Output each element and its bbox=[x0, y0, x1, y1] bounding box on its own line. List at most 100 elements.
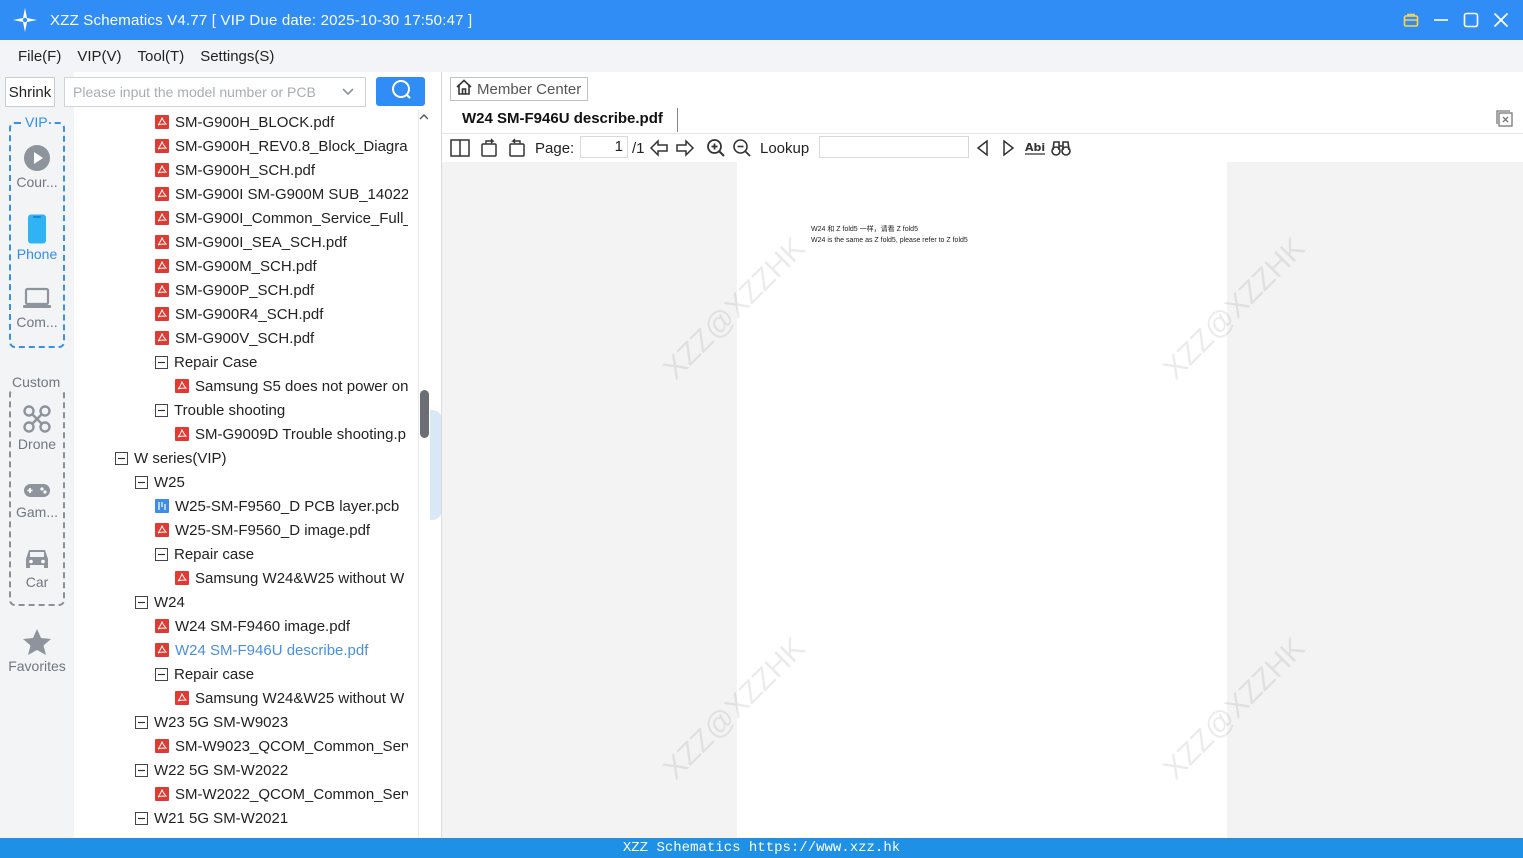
tree-item-label: W21 5G SM-W2021 bbox=[154, 809, 289, 827]
tree-file[interactable]: SM-G900M_SCH.pdf bbox=[155, 254, 408, 278]
tree-folder[interactable]: W24 bbox=[135, 590, 408, 614]
rail-item-car[interactable]: Car bbox=[0, 546, 74, 590]
pcb-file-icon bbox=[155, 499, 169, 513]
tree-folder[interactable]: W23 5G SM-W9023 bbox=[135, 710, 408, 734]
tree-folder[interactable]: Repair case bbox=[155, 542, 408, 566]
tree-file[interactable]: SM-G900I_Common_Service_Full_S bbox=[155, 206, 408, 230]
collapse-icon[interactable] bbox=[115, 451, 128, 465]
rail-item-courses[interactable]: Cour... bbox=[0, 144, 74, 190]
tree-item-label: W25-SM-F9560_D image.pdf bbox=[175, 521, 371, 539]
collapse-icon[interactable] bbox=[135, 595, 148, 609]
find-next-icon[interactable] bbox=[1000, 138, 1016, 158]
pdf-viewer-area[interactable]: W24 和 Z fold5 一样，请看 Z fold5 W24 is the s… bbox=[442, 162, 1523, 838]
tree-file[interactable]: SM-G900I SM-G900M SUB_140224 bbox=[155, 182, 408, 206]
gamepad-icon bbox=[0, 478, 74, 502]
rail-item-phone[interactable]: Phone bbox=[0, 214, 74, 262]
tree-folder[interactable]: Repair Case bbox=[155, 350, 408, 374]
tree-file[interactable]: SM-G900P_SCH.pdf bbox=[155, 278, 408, 302]
menu-file[interactable]: File(F) bbox=[18, 48, 61, 65]
tree-folder[interactable]: Trouble shooting bbox=[155, 398, 408, 422]
tree-item-label: SM-G900R4_SCH.pdf bbox=[175, 305, 324, 323]
tree-item-label: SM-G900M_SCH.pdf bbox=[175, 257, 317, 275]
vip-bag-icon[interactable] bbox=[1403, 12, 1419, 28]
rotate-right-icon[interactable] bbox=[506, 138, 526, 158]
rail-item-drone[interactable]: Drone bbox=[0, 404, 74, 452]
tree-file[interactable]: Samsung S5 does not power on bbox=[175, 374, 408, 398]
collapse-icon[interactable] bbox=[135, 715, 148, 729]
tree-item-label: W24 bbox=[154, 593, 185, 611]
menu-vip[interactable]: VIP(V) bbox=[77, 48, 121, 65]
member-center-button[interactable]: Member Center bbox=[450, 77, 589, 101]
collapse-icon[interactable] bbox=[135, 811, 148, 825]
tree-file[interactable]: SM-G900H_BLOCK.pdf bbox=[155, 110, 408, 134]
tree-folder[interactable]: Repair case bbox=[155, 662, 408, 686]
shrink-button[interactable]: Shrink bbox=[5, 77, 55, 107]
rotate-left-icon[interactable] bbox=[480, 138, 500, 158]
tree-folder[interactable]: W22 5G SM-W2022 bbox=[135, 758, 408, 782]
tree-file[interactable]: SM-G900H_SCH.pdf bbox=[155, 158, 408, 182]
collapse-icon[interactable] bbox=[155, 355, 168, 369]
tree-file[interactable]: SM-G900H_REV0.8_Block_Diagram bbox=[155, 134, 408, 158]
pdf-file-icon bbox=[155, 163, 169, 177]
tree-file[interactable]: SM-G900R4_SCH.pdf bbox=[155, 302, 408, 326]
binoculars-icon[interactable] bbox=[1051, 138, 1071, 158]
tree-scrollbar-thumb[interactable] bbox=[420, 390, 429, 438]
collapse-icon[interactable] bbox=[135, 763, 148, 777]
close-tabs-icon[interactable] bbox=[1496, 110, 1514, 128]
two-page-view-icon[interactable] bbox=[450, 138, 470, 158]
rail-item-game[interactable]: Gam... bbox=[0, 478, 74, 520]
pdf-file-icon bbox=[155, 259, 169, 273]
tree-item-label: SM-W2022_QCOM_Common_Servi bbox=[175, 785, 408, 803]
tree-folder[interactable]: W series(VIP) bbox=[115, 446, 408, 470]
tree-item-label: Repair case bbox=[174, 545, 255, 563]
play-icon bbox=[0, 144, 74, 172]
next-page-icon[interactable] bbox=[675, 138, 695, 158]
tree-item-label: W23 5G SM-W9023 bbox=[154, 713, 289, 731]
page-number-input[interactable]: 1 bbox=[580, 136, 628, 158]
find-prev-icon[interactable] bbox=[975, 138, 991, 158]
prev-page-icon[interactable] bbox=[649, 138, 669, 158]
lookup-input[interactable] bbox=[819, 136, 969, 158]
menu-settings[interactable]: Settings(S) bbox=[200, 48, 274, 65]
collapse-icon[interactable] bbox=[155, 403, 168, 417]
tree-file[interactable]: Samsung W24&W25 without W bbox=[175, 566, 408, 590]
close-button[interactable] bbox=[1493, 12, 1509, 28]
tree-file[interactable]: SM-G900I_SEA_SCH.pdf bbox=[155, 230, 408, 254]
tree-file[interactable]: SM-G900V_SCH.pdf bbox=[155, 326, 408, 350]
tab-active-document[interactable]: W24 SM-F946U describe.pdf bbox=[462, 110, 663, 127]
search-input[interactable]: Please input the model number or PCB bbox=[64, 77, 366, 107]
minimize-button[interactable] bbox=[1433, 12, 1449, 28]
scroll-up-icon[interactable] bbox=[408, 108, 429, 129]
rail-item-computer[interactable]: Com... bbox=[0, 286, 74, 330]
rail-item-label: Gam... bbox=[15, 504, 58, 520]
tree-file[interactable]: SM-G9009D Trouble shooting.p bbox=[175, 422, 408, 446]
tab-divider bbox=[677, 108, 678, 132]
zoom-out-icon[interactable] bbox=[732, 138, 752, 158]
tree-file[interactable]: SM-W2022_QCOM_Common_Servi bbox=[155, 782, 408, 806]
tree-file[interactable]: W25-SM-F9560_D PCB layer.pcb bbox=[155, 494, 408, 518]
match-case-icon[interactable]: Abi bbox=[1025, 138, 1045, 158]
tree-file[interactable]: W24 SM-F946U describe.pdf bbox=[155, 638, 408, 662]
collapse-icon[interactable] bbox=[155, 547, 168, 561]
tree-item-label: Repair case bbox=[174, 665, 255, 683]
tree-folder[interactable]: W25 bbox=[135, 470, 408, 494]
pdf-file-icon bbox=[155, 307, 169, 321]
pdf-file-icon bbox=[155, 787, 169, 801]
tree-folder[interactable]: W21 5G SM-W2021 bbox=[135, 806, 408, 830]
collapse-icon[interactable] bbox=[155, 667, 168, 681]
tree-file[interactable]: Samsung W24&W25 without W bbox=[175, 686, 408, 710]
menu-tool[interactable]: Tool(T) bbox=[138, 48, 185, 65]
maximize-button[interactable] bbox=[1463, 12, 1479, 28]
tree-file[interactable]: W25-SM-F9560_D image.pdf bbox=[155, 518, 408, 542]
svg-text:Abi: Abi bbox=[1025, 141, 1045, 154]
page-total: /1 bbox=[632, 139, 645, 157]
chevron-down-icon[interactable] bbox=[341, 84, 355, 101]
tree-file[interactable]: SM-W9023_QCOM_Common_Servi bbox=[155, 734, 408, 758]
search-button[interactable] bbox=[376, 77, 425, 106]
rail-item-favorites[interactable]: Favorites bbox=[0, 628, 74, 674]
zoom-in-icon[interactable] bbox=[706, 138, 726, 158]
collapse-icon[interactable] bbox=[135, 475, 148, 489]
tree-scrollbar-track[interactable] bbox=[418, 110, 430, 838]
tree-item-label: Repair Case bbox=[174, 353, 258, 371]
tree-file[interactable]: W24 SM-F9460 image.pdf bbox=[155, 614, 408, 638]
